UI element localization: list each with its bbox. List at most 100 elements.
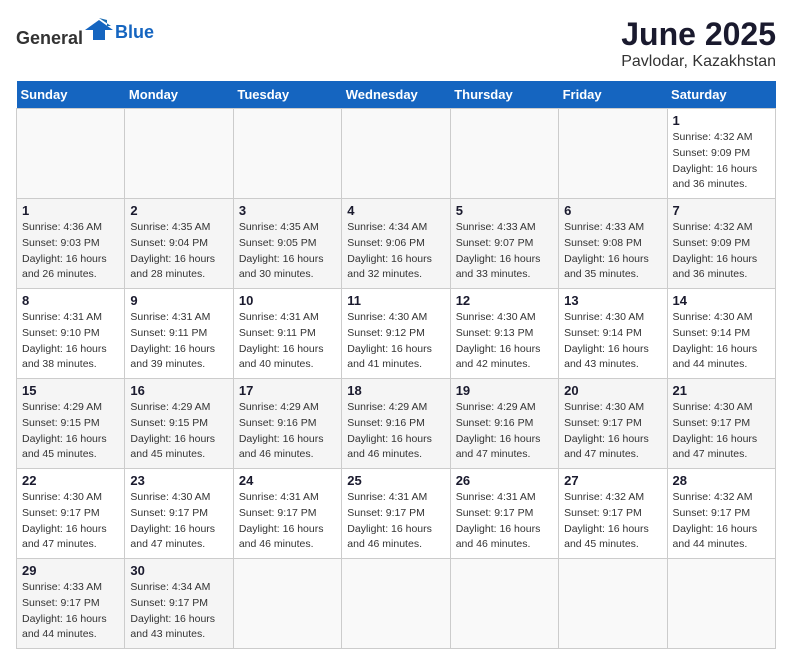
calendar-day-cell: 11 Sunrise: 4:30 AMSunset: 9:12 PMDaylig… [342,289,450,379]
calendar-day-cell [17,109,125,199]
day-number: 13 [564,293,661,308]
calendar-day-cell: 23 Sunrise: 4:30 AMSunset: 9:17 PMDaylig… [125,469,233,559]
day-info: Sunrise: 4:31 AMSunset: 9:17 PMDaylight:… [239,491,324,550]
day-info: Sunrise: 4:35 AMSunset: 9:05 PMDaylight:… [239,221,324,280]
calendar-day-cell: 1 Sunrise: 4:36 AMSunset: 9:03 PMDayligh… [17,199,125,289]
day-info: Sunrise: 4:30 AMSunset: 9:13 PMDaylight:… [456,311,541,370]
calendar-day-cell: 10 Sunrise: 4:31 AMSunset: 9:11 PMDaylig… [233,289,341,379]
logo-blue-text: Blue [115,22,154,43]
calendar-day-cell: 8 Sunrise: 4:31 AMSunset: 9:10 PMDayligh… [17,289,125,379]
day-number: 19 [456,383,553,398]
day-info: Sunrise: 4:33 AMSunset: 9:08 PMDaylight:… [564,221,649,280]
day-info: Sunrise: 4:30 AMSunset: 9:12 PMDaylight:… [347,311,432,370]
day-info: Sunrise: 4:29 AMSunset: 9:15 PMDaylight:… [22,401,107,460]
calendar-day-cell: 30 Sunrise: 4:34 AMSunset: 9:17 PMDaylig… [125,559,233,649]
day-number: 7 [673,203,770,218]
calendar-day-cell: 15 Sunrise: 4:29 AMSunset: 9:15 PMDaylig… [17,379,125,469]
day-info: Sunrise: 4:34 AMSunset: 9:06 PMDaylight:… [347,221,432,280]
day-of-week-header: Monday [125,81,233,109]
calendar-day-cell: 14 Sunrise: 4:30 AMSunset: 9:14 PMDaylig… [667,289,775,379]
day-of-week-header: Wednesday [342,81,450,109]
logo-general-text: General [16,16,113,49]
day-number: 9 [130,293,227,308]
calendar-day-cell: 13 Sunrise: 4:30 AMSunset: 9:14 PMDaylig… [559,289,667,379]
day-number: 29 [22,563,119,578]
calendar-day-cell [450,109,558,199]
day-info: Sunrise: 4:31 AMSunset: 9:11 PMDaylight:… [239,311,324,370]
day-number: 15 [22,383,119,398]
day-number: 27 [564,473,661,488]
calendar-day-cell [667,559,775,649]
calendar-week-row: 15 Sunrise: 4:29 AMSunset: 9:15 PMDaylig… [17,379,776,469]
calendar-week-row: 8 Sunrise: 4:31 AMSunset: 9:10 PMDayligh… [17,289,776,379]
day-number: 14 [673,293,770,308]
calendar-day-cell [559,559,667,649]
calendar-day-cell: 5 Sunrise: 4:33 AMSunset: 9:07 PMDayligh… [450,199,558,289]
calendar-day-cell [233,109,341,199]
calendar-day-cell [450,559,558,649]
calendar-day-cell: 24 Sunrise: 4:31 AMSunset: 9:17 PMDaylig… [233,469,341,559]
calendar-week-row: 1 Sunrise: 4:32 AMSunset: 9:09 PMDayligh… [17,109,776,199]
day-info: Sunrise: 4:29 AMSunset: 9:15 PMDaylight:… [130,401,215,460]
calendar-day-cell: 16 Sunrise: 4:29 AMSunset: 9:15 PMDaylig… [125,379,233,469]
location-subtitle: Pavlodar, Kazakhstan [621,53,776,71]
day-of-week-header: Thursday [450,81,558,109]
calendar-day-cell [342,109,450,199]
calendar-week-row: 29 Sunrise: 4:33 AMSunset: 9:17 PMDaylig… [17,559,776,649]
day-number: 20 [564,383,661,398]
calendar-day-cell: 25 Sunrise: 4:31 AMSunset: 9:17 PMDaylig… [342,469,450,559]
day-info: Sunrise: 4:31 AMSunset: 9:17 PMDaylight:… [347,491,432,550]
calendar-day-cell: 18 Sunrise: 4:29 AMSunset: 9:16 PMDaylig… [342,379,450,469]
day-info: Sunrise: 4:31 AMSunset: 9:11 PMDaylight:… [130,311,215,370]
calendar-day-cell [559,109,667,199]
calendar-body: 1 Sunrise: 4:32 AMSunset: 9:09 PMDayligh… [17,109,776,649]
day-number: 24 [239,473,336,488]
calendar-day-cell [342,559,450,649]
day-info: Sunrise: 4:29 AMSunset: 9:16 PMDaylight:… [456,401,541,460]
day-number: 12 [456,293,553,308]
day-info: Sunrise: 4:33 AMSunset: 9:07 PMDaylight:… [456,221,541,280]
day-info: Sunrise: 4:33 AMSunset: 9:17 PMDaylight:… [22,581,107,640]
day-info: Sunrise: 4:32 AMSunset: 9:17 PMDaylight:… [673,491,758,550]
calendar-day-cell [125,109,233,199]
day-number: 11 [347,293,444,308]
day-number: 28 [673,473,770,488]
day-number: 21 [673,383,770,398]
day-info: Sunrise: 4:30 AMSunset: 9:14 PMDaylight:… [564,311,649,370]
calendar-day-cell: 3 Sunrise: 4:35 AMSunset: 9:05 PMDayligh… [233,199,341,289]
calendar-day-cell: 27 Sunrise: 4:32 AMSunset: 9:17 PMDaylig… [559,469,667,559]
day-info: Sunrise: 4:30 AMSunset: 9:17 PMDaylight:… [130,491,215,550]
day-number: 23 [130,473,227,488]
day-number: 4 [347,203,444,218]
day-info: Sunrise: 4:29 AMSunset: 9:16 PMDaylight:… [347,401,432,460]
month-title: June 2025 [621,16,776,53]
calendar-day-cell: 20 Sunrise: 4:30 AMSunset: 9:17 PMDaylig… [559,379,667,469]
day-info: Sunrise: 4:32 AMSunset: 9:09 PMDaylight:… [673,221,758,280]
logo: General Blue [16,16,154,49]
calendar-day-cell: 19 Sunrise: 4:29 AMSunset: 9:16 PMDaylig… [450,379,558,469]
calendar-day-cell: 7 Sunrise: 4:32 AMSunset: 9:09 PMDayligh… [667,199,775,289]
calendar-day-cell: 28 Sunrise: 4:32 AMSunset: 9:17 PMDaylig… [667,469,775,559]
day-number: 26 [456,473,553,488]
day-info: Sunrise: 4:29 AMSunset: 9:16 PMDaylight:… [239,401,324,460]
day-info: Sunrise: 4:31 AMSunset: 9:10 PMDaylight:… [22,311,107,370]
calendar-day-cell: 1 Sunrise: 4:32 AMSunset: 9:09 PMDayligh… [667,109,775,199]
day-info: Sunrise: 4:36 AMSunset: 9:03 PMDaylight:… [22,221,107,280]
day-of-week-header: Saturday [667,81,775,109]
title-area: June 2025 Pavlodar, Kazakhstan [621,16,776,71]
day-of-week-header: Friday [559,81,667,109]
calendar-day-cell: 4 Sunrise: 4:34 AMSunset: 9:06 PMDayligh… [342,199,450,289]
calendar-week-row: 22 Sunrise: 4:30 AMSunset: 9:17 PMDaylig… [17,469,776,559]
day-number: 2 [130,203,227,218]
calendar-day-cell: 17 Sunrise: 4:29 AMSunset: 9:16 PMDaylig… [233,379,341,469]
day-number: 22 [22,473,119,488]
day-number: 25 [347,473,444,488]
day-number: 1 [673,113,770,128]
calendar-day-cell: 29 Sunrise: 4:33 AMSunset: 9:17 PMDaylig… [17,559,125,649]
calendar-day-cell: 22 Sunrise: 4:30 AMSunset: 9:17 PMDaylig… [17,469,125,559]
logo-bird-icon [85,16,113,44]
day-info: Sunrise: 4:32 AMSunset: 9:17 PMDaylight:… [564,491,649,550]
calendar-day-cell: 2 Sunrise: 4:35 AMSunset: 9:04 PMDayligh… [125,199,233,289]
day-number: 16 [130,383,227,398]
calendar-day-cell: 9 Sunrise: 4:31 AMSunset: 9:11 PMDayligh… [125,289,233,379]
